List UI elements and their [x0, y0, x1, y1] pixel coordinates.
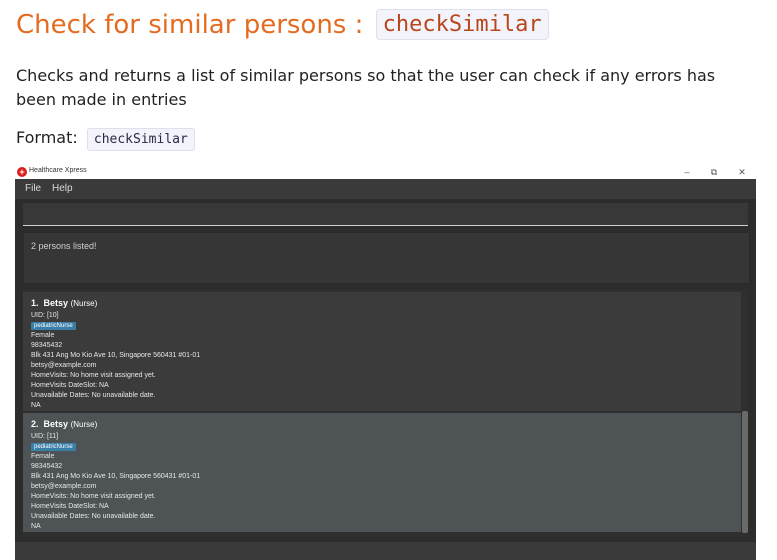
menu-help[interactable]: Help [52, 183, 73, 194]
list-scrollbar[interactable] [742, 411, 748, 533]
heading-code: checkSimilar [375, 9, 549, 40]
page-heading: Check for similar persons : checkSimilar [16, 9, 549, 40]
format-code: checkSimilar [86, 128, 195, 151]
close-button[interactable]: ✕ [735, 166, 749, 178]
heading-text: Check for similar persons : [16, 10, 372, 40]
person-title: 2. Betsy (Nurse) [31, 419, 97, 429]
person-date-slot: HomeVisits DateSlot: NA [31, 503, 109, 510]
person-tag: pediatricNurse [31, 322, 76, 330]
format-line: Format: checkSimilar [16, 128, 195, 151]
command-description: Checks and returns a list of similar per… [16, 66, 716, 109]
person-index: 2. [31, 419, 39, 429]
person-phone: 98345432 [31, 463, 63, 470]
person-tag: pediatricNurse [31, 443, 76, 451]
person-home-visits: HomeVisits: No home visit assigned yet. [31, 372, 156, 379]
person-gender: Female [31, 453, 55, 460]
format-label: Format: [16, 128, 78, 147]
person-role: (Nurse) [70, 420, 98, 429]
person-gender: Female [31, 332, 55, 339]
person-unavailable: Unavailable Dates: No unavailable date. [31, 513, 156, 520]
person-home-visits: HomeVisits: No home visit assigned yet. [31, 493, 156, 500]
red-cross-icon: + [17, 167, 27, 177]
command-input[interactable] [23, 203, 748, 226]
result-text: 2 persons listed! [31, 241, 97, 251]
app-title: Healthcare Xpress [29, 167, 87, 174]
person-name: Betsy [43, 419, 69, 429]
status-bar [15, 542, 756, 560]
person-list[interactable]: 1. Betsy (Nurse) UID: [10] pediatricNurs… [23, 290, 748, 536]
person-title: 1. Betsy (Nurse) [31, 298, 97, 308]
person-uid: UID: [10] [31, 312, 59, 319]
result-display: 2 persons listed! [23, 232, 750, 284]
person-unavailable: Unavailable Dates: No unavailable date. [31, 392, 156, 399]
title-bar: + Healthcare Xpress – ⧉ ✕ [15, 166, 756, 179]
person-role: (Nurse) [70, 299, 98, 308]
minimize-button[interactable]: – [680, 166, 694, 178]
person-date-slot: HomeVisits DateSlot: NA [31, 382, 109, 389]
person-email: betsy@example.com [31, 362, 97, 369]
person-index: 1. [31, 298, 39, 308]
person-address: Blk 431 Ang Mo Kio Ave 10, Singapore 560… [31, 473, 201, 480]
person-phone: 98345432 [31, 342, 63, 349]
app-window-screenshot: + Healthcare Xpress – ⧉ ✕ File Help 2 pe… [15, 166, 756, 560]
menu-bar: File Help [15, 179, 756, 199]
person-address: Blk 431 Ang Mo Kio Ave 10, Singapore 560… [31, 352, 201, 359]
person-card[interactable]: 1. Betsy (Nurse) UID: [10] pediatricNurs… [23, 292, 741, 411]
person-uid: UID: [11] [31, 433, 59, 440]
person-extra: NA [31, 402, 41, 409]
restore-button[interactable]: ⧉ [707, 166, 721, 178]
person-email: betsy@example.com [31, 483, 97, 490]
person-name: Betsy [43, 298, 69, 308]
person-card-selected[interactable]: 2. Betsy (Nurse) UID: [11] pediatricNurs… [23, 413, 741, 532]
menu-file[interactable]: File [25, 183, 41, 194]
person-extra: NA [31, 523, 41, 530]
